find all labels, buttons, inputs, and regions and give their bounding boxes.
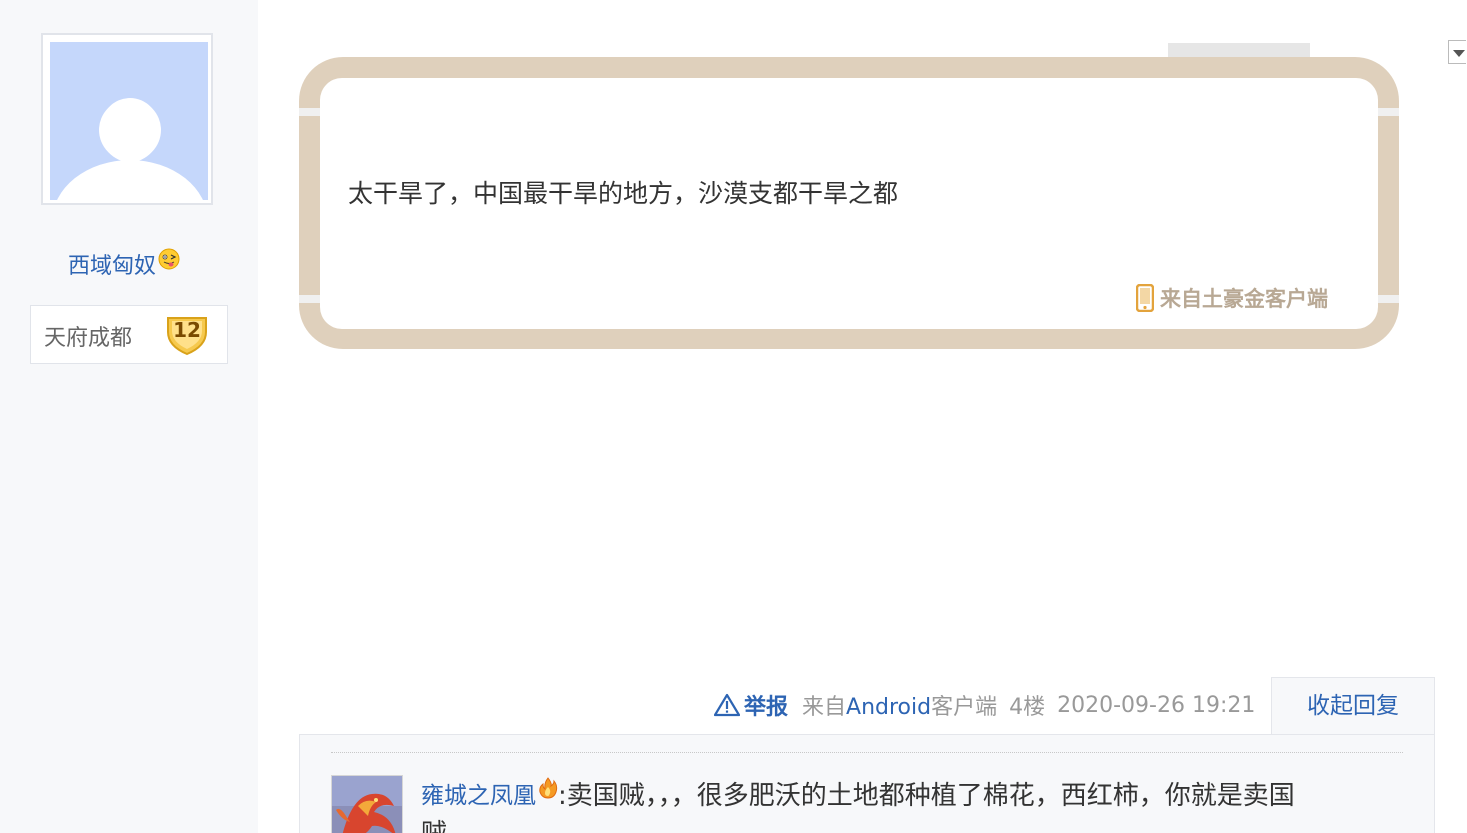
reply-avatar[interactable] [331,775,403,833]
avatar[interactable] [41,33,213,205]
post-datetime: 2020-09-26 19:21 [1057,692,1256,718]
bubble-stripe [299,108,320,116]
reply-divider [331,752,1403,753]
bubble-stripe [1378,108,1399,116]
client-tag-label: 来自土豪金客户端 [1160,287,1328,311]
author-name[interactable]: 西域匈奴 [68,248,156,280]
post-page: 西域匈奴 天府成都 12 太干旱了，中国最干旱的地方，沙漠支都干旱之都 来自土豪… [0,0,1467,833]
client-suffix: 客户端 [931,695,998,720]
report-label[interactable]: 举报 [744,689,788,721]
level-badge: 12 [164,312,210,358]
more-options-dropdown[interactable] [1448,40,1466,64]
author-name-link[interactable]: 西域匈奴 [68,248,180,280]
post-meta-line: 举报 来自Android客户端 4楼 2020-09-26 19:21 [714,690,1267,720]
reply-author-link[interactable]: 雍城之凤凰 [421,777,536,815]
reply-text: :卖国贼，，，很多肥沃的土地都种植了棉花，西红柿，你就是卖国 [558,781,1295,811]
collapse-replies-button[interactable]: 收起回复 [1271,677,1435,735]
level-number: 12 [173,318,201,342]
warning-icon [714,693,740,717]
fire-icon [539,777,558,799]
author-sidebar: 西域匈奴 天府成都 12 [0,0,258,833]
reply-text-continued: 贼 [421,815,447,833]
tongue-out-emoji-icon [158,248,180,270]
forum-name: 天府成都 [44,326,133,351]
bubble-stripe [1378,295,1399,303]
report-link[interactable]: 举报 [714,689,788,721]
floor-number: 4楼 [1009,695,1046,720]
bubble-stripe [299,295,320,303]
client-name: Android [846,695,932,720]
bubble-tab [1168,43,1310,57]
post-content: 太干旱了，中国最干旱的地方，沙漠支都干旱之都 [348,179,899,208]
reply-item: 雍城之凤凰 :卖国贼，，，很多肥沃的土地都种植了棉花，西红柿，你就是卖国 [421,777,1411,815]
client-tag: 来自土豪金客户端 [1135,283,1328,313]
forum-level-box[interactable]: 天府成都 12 [30,305,228,364]
client-prefix: 来自 [802,695,847,720]
chevron-down-icon [1453,50,1465,57]
phone-icon [1135,283,1155,313]
phoenix-avatar-icon [332,776,402,833]
post-client-source: 来自Android客户端 [802,689,997,721]
default-avatar-icon [50,42,208,200]
